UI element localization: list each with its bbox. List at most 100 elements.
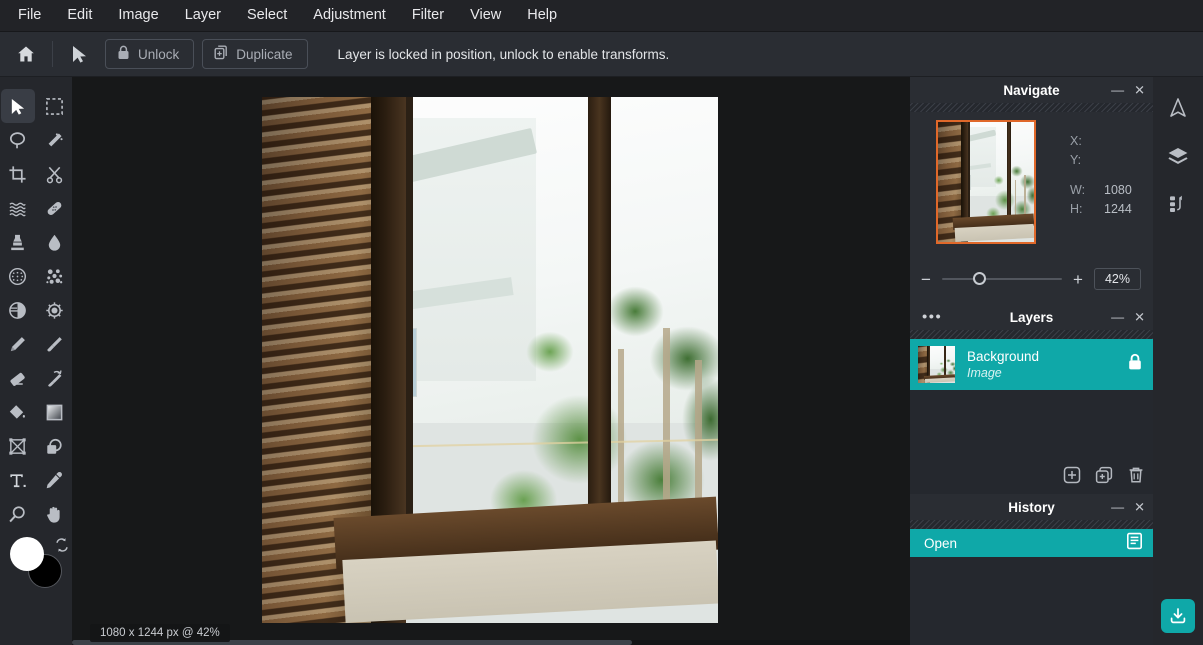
menu-bar: File Edit Image Layer Select Adjustment … — [0, 0, 1203, 32]
tool-blur-drop[interactable] — [38, 225, 72, 259]
tool-scatter-bokeh[interactable] — [38, 259, 72, 293]
tool-zoom-magnifier[interactable] — [1, 497, 35, 531]
layer-row-background[interactable]: Background Image — [910, 339, 1153, 390]
layer-actions — [1063, 466, 1145, 489]
tool-brightness-gear[interactable] — [38, 293, 72, 327]
layers-panel-body: Background Image — [910, 339, 1153, 494]
canvas-photo — [262, 97, 718, 623]
tool-move[interactable] — [0, 89, 35, 123]
history-panel: History — ✕ Open — [910, 494, 1153, 645]
tool-gradient[interactable] — [38, 395, 72, 429]
tool-crop[interactable] — [1, 157, 35, 191]
history-panel-header: History — ✕ — [910, 494, 1153, 520]
tool-marquee-select[interactable] — [38, 89, 72, 123]
duplicate-button[interactable]: Duplicate — [202, 39, 308, 69]
history-panel-title: History — [1008, 499, 1055, 515]
tool-clone-stamp[interactable] — [1, 225, 35, 259]
tool-hand[interactable] — [38, 497, 72, 531]
toolbar-divider-1 — [52, 41, 53, 67]
menu-item-layer[interactable]: Layer — [185, 8, 221, 23]
tool-pen[interactable] — [1, 327, 35, 361]
history-list-icon[interactable] — [1161, 187, 1195, 221]
menu-item-help[interactable]: Help — [527, 8, 557, 23]
swap-colors-icon[interactable] — [54, 537, 70, 558]
home-icon[interactable] — [8, 36, 44, 72]
document-canvas[interactable] — [262, 97, 718, 623]
menu-item-select[interactable]: Select — [247, 8, 287, 23]
history-panel-drag-handle[interactable] — [910, 520, 1153, 529]
layers-minimize-icon[interactable]: — — [1111, 311, 1124, 324]
tool-shape-frame[interactable] — [1, 429, 35, 463]
layers-close-icon[interactable]: ✕ — [1134, 311, 1145, 324]
delete-layer-icon[interactable] — [1127, 466, 1145, 489]
layers-panel-header: ••• Layers — ✕ — [910, 304, 1153, 330]
layers-stack-icon[interactable] — [1161, 139, 1195, 173]
navigate-x-label: X: — [1070, 134, 1082, 148]
tool-healing-bandage[interactable] — [38, 191, 72, 225]
tool-eyedropper[interactable] — [38, 463, 72, 497]
navigate-minimize-icon[interactable]: — — [1111, 84, 1124, 97]
tool-cut-scissors[interactable] — [38, 157, 72, 191]
canvas-area[interactable]: 1080 x 1244 px @ 42% — [72, 77, 910, 645]
layers-panel-title: Layers — [1009, 309, 1054, 325]
history-panel-body: Open — [910, 529, 1153, 645]
navigate-panel-title: Navigate — [1003, 82, 1060, 98]
color-swatches — [10, 537, 70, 597]
zoom-out-button[interactable]: − — [919, 271, 933, 288]
tool-history-brush[interactable] — [38, 361, 72, 395]
menu-item-filter[interactable]: Filter — [412, 8, 444, 23]
navigate-arrow-icon[interactable] — [1161, 91, 1195, 125]
tool-paintbrush[interactable] — [38, 327, 72, 361]
menu-item-adjustment[interactable]: Adjustment — [313, 8, 386, 23]
navigate-field-y: Y: — [1070, 151, 1132, 170]
navigate-field-x: X: — [1070, 132, 1132, 151]
history-minimize-icon[interactable]: — — [1111, 501, 1124, 514]
menu-item-image[interactable]: Image — [118, 8, 158, 23]
document-icon — [1126, 532, 1143, 555]
navigate-thumbnail[interactable] — [936, 120, 1036, 244]
tool-paint-bucket[interactable] — [1, 395, 35, 429]
export-download-icon[interactable] — [1161, 599, 1195, 633]
tool-halftone-dots[interactable] — [1, 259, 35, 293]
tool-eraser[interactable] — [1, 361, 35, 395]
more-options-icon[interactable]: ••• — [922, 310, 942, 325]
navigate-x-value — [1090, 132, 1104, 151]
duplicate-layer-icon[interactable] — [1095, 466, 1113, 489]
navigate-close-icon[interactable]: ✕ — [1134, 84, 1145, 97]
navigate-panel-header: Navigate — ✕ — [910, 77, 1153, 103]
layer-kind: Image — [967, 365, 1002, 380]
tool-contrast[interactable] — [1, 293, 35, 327]
tool-text[interactable] — [1, 463, 35, 497]
layer-lock-icon[interactable] — [1127, 353, 1143, 376]
tool-liquify-waves[interactable] — [1, 191, 35, 225]
menu-item-edit[interactable]: Edit — [67, 8, 92, 23]
zoom-in-button[interactable]: + — [1071, 271, 1085, 288]
navigate-y-value — [1090, 151, 1104, 170]
navigate-h-label: H: — [1070, 202, 1083, 216]
navigate-panel-drag-handle[interactable] — [910, 103, 1153, 112]
history-entry-open[interactable]: Open — [910, 529, 1153, 557]
duplicate-button-label: Duplicate — [236, 46, 293, 62]
tool-rail — [0, 77, 72, 645]
menu-item-file[interactable]: File — [18, 8, 41, 23]
foreground-color-swatch[interactable] — [10, 537, 44, 571]
tool-magic-wand[interactable] — [38, 123, 72, 157]
zoom-slider-knob[interactable] — [973, 272, 986, 285]
zoom-level-input[interactable]: 42% — [1094, 268, 1141, 290]
history-entry-label: Open — [924, 535, 958, 551]
tool-lasso-select[interactable] — [1, 123, 35, 157]
zoom-slider[interactable] — [942, 272, 1062, 286]
navigate-panel: Navigate — ✕ X: Y: W: 1080 H: 1244 − + 4… — [910, 77, 1153, 304]
unlock-button[interactable]: Unlock — [105, 39, 195, 69]
history-close-icon[interactable]: ✕ — [1134, 501, 1145, 514]
image-editor-window: File Edit Image Layer Select Adjustment … — [0, 0, 1203, 645]
menu-item-view[interactable]: View — [470, 8, 501, 23]
layers-panel-drag-handle[interactable] — [910, 330, 1153, 339]
tool-shape-lock[interactable] — [38, 429, 72, 463]
zoom-control-row: − + 42% — [910, 262, 1153, 296]
duplicate-icon — [214, 45, 228, 63]
layer-thumbnail — [918, 346, 955, 383]
navigate-w-value: 1080 — [1104, 183, 1132, 197]
add-layer-icon[interactable] — [1063, 466, 1081, 489]
move-tool-icon[interactable] — [61, 36, 97, 72]
